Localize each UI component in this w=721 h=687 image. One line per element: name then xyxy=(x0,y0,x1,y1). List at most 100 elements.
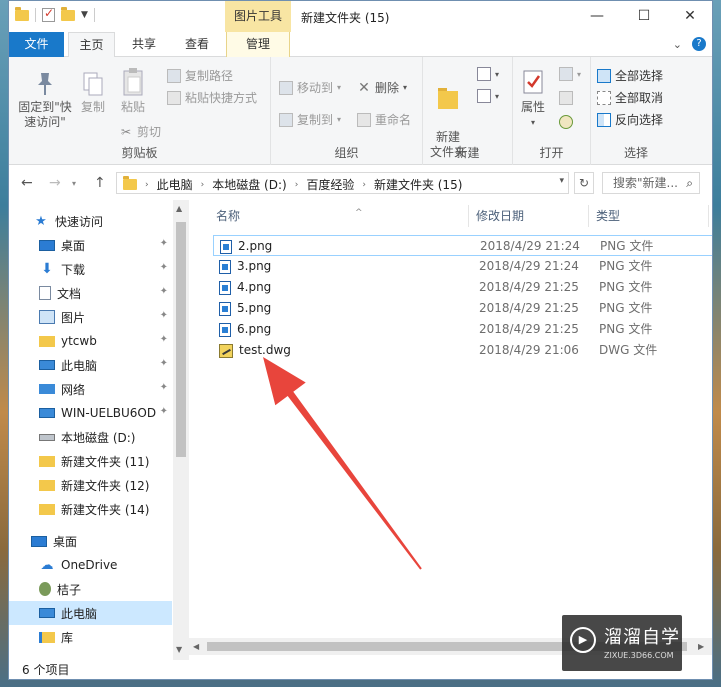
file-row[interactable]: 6.png 2018/4/29 21:25 PNG 文件 xyxy=(213,319,712,340)
scrollbar-thumb[interactable] xyxy=(176,222,186,457)
file-row[interactable]: 5.png 2018/4/29 21:25 PNG 文件 xyxy=(213,298,712,319)
select-none-button[interactable]: 全部取消 xyxy=(597,89,663,106)
minimize-button[interactable]: — xyxy=(574,1,620,32)
copy-to-button[interactable]: 复制到 ▾ xyxy=(279,111,341,128)
help-icon[interactable]: ? xyxy=(692,37,706,51)
breadcrumb-item[interactable]: 此电脑 xyxy=(157,176,193,193)
paste-shortcut-button[interactable]: 粘贴快捷方式 xyxy=(167,89,257,106)
copy-path-button[interactable]: 复制路径 xyxy=(167,67,233,84)
close-button[interactable]: ✕ xyxy=(667,1,712,32)
pin-icon xyxy=(38,73,52,95)
window-title: 新建文件夹 (15) xyxy=(301,11,390,25)
edit-icon xyxy=(559,91,573,105)
tab-share[interactable]: 共享 xyxy=(119,32,169,57)
png-file-icon xyxy=(219,301,231,316)
sidebar-item[interactable]: 网络 ✦ xyxy=(9,377,172,401)
pin-to-quick-access-button[interactable]: 固定到"快速访问" xyxy=(15,71,75,130)
tab-home[interactable]: 主页 xyxy=(68,32,115,58)
scroll-left-icon[interactable]: ◀ xyxy=(193,642,199,651)
up-button[interactable]: ↑ xyxy=(94,175,106,191)
cut-button[interactable]: ✂ 剪切 xyxy=(119,123,161,140)
breadcrumb-item[interactable]: 百度经验 xyxy=(306,176,354,193)
sidebar-item[interactable]: 本地磁盘 (D:) xyxy=(9,425,172,449)
new-item-button[interactable]: ▾ xyxy=(477,67,499,81)
properties-button[interactable]: 属性 ▾ xyxy=(515,69,551,130)
file-row[interactable]: 2.png 2018/4/29 21:24 PNG 文件 xyxy=(213,235,712,256)
refresh-button[interactable]: ↻ xyxy=(574,172,594,194)
sidebar-item[interactable]: ytcwb ✦ xyxy=(9,329,172,353)
sidebar-item[interactable]: 桌面 xyxy=(9,529,172,553)
scroll-down-icon[interactable]: ▼ xyxy=(176,645,182,654)
invert-selection-button[interactable]: 反向选择 xyxy=(597,111,663,128)
sidebar-item[interactable]: 新建文件夹 (11) xyxy=(9,449,172,473)
edit-button[interactable] xyxy=(559,91,573,105)
properties-qat-icon[interactable] xyxy=(42,6,55,22)
clipboard-group-label: 剪贴板 xyxy=(121,146,158,160)
file-row[interactable]: 4.png 2018/4/29 21:25 PNG 文件 xyxy=(213,277,712,298)
sidebar-item-label: 新建文件夹 (14) xyxy=(61,502,150,517)
file-date: 2018/4/29 21:25 xyxy=(479,280,579,294)
easy-access-icon xyxy=(477,89,491,103)
copy-button[interactable]: 复制 xyxy=(75,71,111,115)
breadcrumb-item[interactable]: 新建文件夹 (15) xyxy=(374,176,462,193)
sidebar-item[interactable]: ★ 快速访问 xyxy=(9,209,172,233)
rename-button[interactable]: 重命名 xyxy=(357,111,411,128)
chevron-right-icon[interactable]: › xyxy=(201,180,205,190)
move-to-label: 移动到 xyxy=(297,81,334,95)
history-button[interactable] xyxy=(559,115,573,129)
tab-manage[interactable]: 管理 xyxy=(226,32,290,57)
sidebar-item[interactable]: 此电脑 xyxy=(9,601,172,625)
chevron-down-icon[interactable]: ⌄ xyxy=(673,38,682,51)
sidebar-item[interactable]: 新建文件夹 (12) xyxy=(9,473,172,497)
sidebar-item[interactable]: 此电脑 ✦ xyxy=(9,353,172,377)
search-input[interactable]: 搜索"新建... ⌕ xyxy=(602,172,700,194)
column-date[interactable]: 修改日期 xyxy=(469,205,589,227)
sidebar-item[interactable]: WIN-UELBU6OD ✦ xyxy=(9,401,172,425)
scroll-right-icon[interactable]: ▶ xyxy=(698,642,704,651)
move-to-button[interactable]: 移动到 ▾ xyxy=(279,79,341,96)
forward-button[interactable]: → xyxy=(49,175,61,191)
tab-file[interactable]: 文件 xyxy=(9,32,64,57)
computer-icon xyxy=(39,408,55,418)
sidebar-item[interactable]: 库 xyxy=(9,625,172,649)
explorer-window: ▼ 图片工具 新建文件夹 (15) — ☐ ✕ 文件 主页 共享 查看 管理 ⌄… xyxy=(8,0,713,680)
file-row[interactable]: test.dwg 2018/4/29 21:06 DWG 文件 xyxy=(213,340,712,361)
sidebar-item[interactable]: 图片 ✦ xyxy=(9,305,172,329)
back-button[interactable]: ← xyxy=(21,175,33,191)
maximize-button[interactable]: ☐ xyxy=(621,1,667,32)
paste-shortcut-icon xyxy=(167,90,181,105)
select-all-button[interactable]: 全部选择 xyxy=(597,67,663,84)
sidebar-item[interactable]: ☁ OneDrive xyxy=(9,553,172,577)
nav-scrollbar[interactable]: ▲ ▼ xyxy=(173,200,189,660)
breadcrumb-item[interactable]: 本地磁盘 (D:) xyxy=(212,176,286,193)
sidebar-item-label: OneDrive xyxy=(61,558,118,572)
sidebar-item-label: 快速访问 xyxy=(55,214,104,229)
sidebar-item[interactable]: 桌面 ✦ xyxy=(9,233,172,257)
chevron-right-icon[interactable]: › xyxy=(295,180,299,190)
paste-button[interactable]: 粘贴 xyxy=(115,67,151,115)
column-type[interactable]: 类型 xyxy=(589,205,709,227)
address-bar[interactable]: › 此电脑 › 本地磁盘 (D:) › 百度经验 › 新建文件夹 (15) ▾ xyxy=(116,172,569,194)
column-name[interactable]: ^ 名称 xyxy=(209,205,469,227)
scroll-up-icon[interactable]: ▲ xyxy=(176,204,182,213)
item-count: 6 个项目 xyxy=(22,663,70,677)
file-row[interactable]: 3.png 2018/4/29 21:24 PNG 文件 xyxy=(213,256,712,277)
chevron-right-icon[interactable]: › xyxy=(145,180,149,190)
open-button[interactable]: ▾ xyxy=(559,67,581,81)
address-dropdown-icon[interactable]: ▾ xyxy=(559,176,564,186)
sidebar-item-label: 此电脑 xyxy=(61,358,98,373)
pin-icon: ✦ xyxy=(159,286,168,297)
tab-view[interactable]: 查看 xyxy=(172,32,222,57)
sidebar-item[interactable]: 文档 ✦ xyxy=(9,281,172,305)
pin-label: 固定到"快速访问" xyxy=(18,100,72,129)
folder-icon xyxy=(39,503,55,515)
delete-button[interactable]: ✕ 删除 ▾ xyxy=(357,79,407,96)
recent-locations-icon[interactable]: ▾ xyxy=(72,179,76,188)
new-folder-qat-icon[interactable] xyxy=(61,6,75,21)
chevron-right-icon[interactable]: › xyxy=(362,180,366,190)
sidebar-item[interactable]: ⬇ 下载 ✦ xyxy=(9,257,172,281)
sidebar-item[interactable]: 桔子 xyxy=(9,577,172,601)
sidebar-item[interactable]: 新建文件夹 (14) xyxy=(9,497,172,521)
easy-access-button[interactable]: ▾ xyxy=(477,89,499,103)
qat-customize-icon[interactable]: ▼ xyxy=(81,10,88,20)
